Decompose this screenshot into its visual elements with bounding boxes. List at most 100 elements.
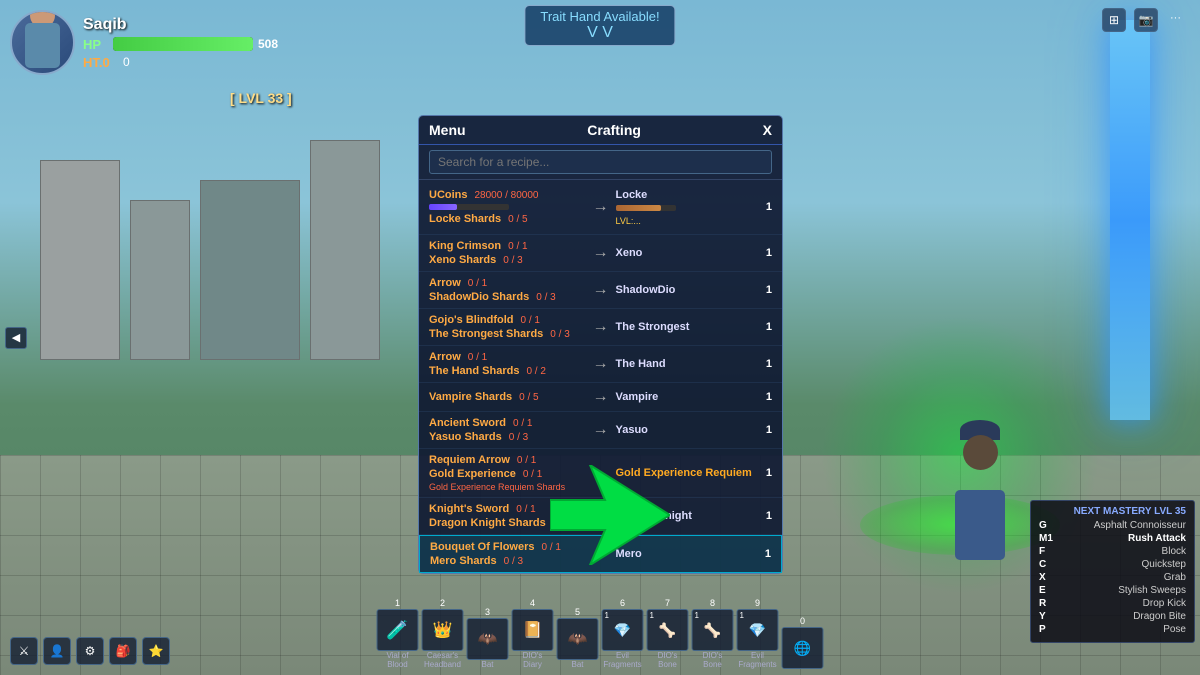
slot-box-0[interactable]: 🌐 bbox=[782, 627, 824, 669]
slot-box-1[interactable]: 🧪 bbox=[377, 609, 419, 651]
action-btn-5[interactable]: ⭐ bbox=[142, 637, 170, 665]
gojos-amount: 0 / 1 bbox=[521, 315, 540, 326]
ingredient-requiem-arrow: Requiem Arrow bbox=[429, 454, 510, 466]
close-button[interactable]: X bbox=[763, 122, 772, 138]
slot-num-7: 7 bbox=[665, 598, 670, 608]
hp-bar bbox=[113, 37, 253, 51]
building-1 bbox=[40, 160, 120, 360]
panel-header: Menu Crafting X bbox=[419, 116, 782, 145]
slot-box-9[interactable]: 1 💎 bbox=[737, 609, 779, 651]
slot-icon-1: 🧪 bbox=[386, 620, 408, 641]
recipe-row-xeno[interactable]: King Crimson 0 / 1 Xeno Shards 0 / 3 → X… bbox=[419, 235, 782, 272]
mero-shards-amount: 0 / 3 bbox=[504, 556, 523, 567]
slot-label-2: Caesar's Headband bbox=[423, 652, 463, 670]
inv-slot-0[interactable]: 0 🌐 bbox=[782, 616, 824, 670]
strongest-shards-amount: 0 / 3 bbox=[550, 329, 569, 340]
action-btn-2[interactable]: 👤 bbox=[43, 637, 71, 665]
inv-slot-2[interactable]: 2 👑 Caesar's Headband bbox=[422, 598, 464, 670]
left-nav: ◀ bbox=[5, 327, 27, 349]
action-y: Dragon Bite bbox=[1067, 611, 1186, 622]
hp-container: HP 508 bbox=[83, 37, 278, 52]
slot-box-8[interactable]: 1 🦴 bbox=[692, 609, 734, 651]
recipe-row-thehand[interactable]: Arrow 0 / 1 The Hand Shards 0 / 2 → The … bbox=[419, 346, 782, 383]
inv-slot-3[interactable]: 3 🦇 Bat bbox=[467, 607, 509, 670]
slot-box-5[interactable]: 🦇 bbox=[557, 618, 599, 660]
inv-slot-4[interactable]: 4 📔 DIO's Diary bbox=[512, 598, 554, 670]
thehand-shards-amount: 0 / 2 bbox=[526, 366, 545, 377]
crafting-title: Crafting bbox=[471, 122, 758, 138]
slot-label-4: DIO's Diary bbox=[513, 652, 553, 670]
keybind-e: E Stylish Sweeps bbox=[1039, 585, 1186, 596]
ingredient-arrow-1: Arrow bbox=[429, 277, 461, 289]
inv-slot-8[interactable]: 8 1 🦴 DIO's Bone bbox=[692, 598, 734, 670]
slot-box-3[interactable]: 🦇 bbox=[467, 618, 509, 660]
slot-box-6[interactable]: 1 💎 bbox=[602, 609, 644, 651]
result-vampire: Vampire 1 bbox=[616, 391, 773, 403]
action-r: Drop Kick bbox=[1067, 598, 1186, 609]
player-stats: Saqib HP 508 HT.0 0 bbox=[83, 16, 278, 70]
keybind-m1: M1 Rush Attack bbox=[1039, 533, 1186, 544]
slot-icon-2: 👑 bbox=[433, 620, 453, 640]
player-hud: Saqib HP 508 HT.0 0 bbox=[10, 10, 278, 75]
inv-slot-1[interactable]: 1 🧪 Vial of Blood bbox=[377, 598, 419, 670]
slot-box-4[interactable]: 📔 bbox=[512, 609, 554, 651]
slot-label-8: DIO's Bone bbox=[693, 652, 733, 670]
action-btn-3[interactable]: ⚙ bbox=[76, 637, 104, 665]
ingredient-ger-shards: Gold Experience Requiem Shards bbox=[429, 482, 565, 492]
recipe-ingredients-strongest: Gojo's Blindfold 0 / 1 The Strongest Sha… bbox=[429, 314, 586, 340]
nav-left[interactable]: ◀ bbox=[5, 327, 27, 349]
screenshot-icon[interactable]: 📷 bbox=[1134, 8, 1158, 32]
arrow2-amount: 0 / 1 bbox=[468, 352, 487, 363]
slot-box-7[interactable]: 1 🦴 bbox=[647, 609, 689, 651]
result-locke-qty: 1 bbox=[766, 201, 772, 213]
ht-label: HT.0 bbox=[83, 55, 118, 70]
arrow-yasuo: → bbox=[586, 421, 616, 439]
result-shadowdio-name: ShadowDio bbox=[616, 284, 676, 296]
slot-label-5: Bat bbox=[571, 661, 583, 670]
result-dk-qty: 1 bbox=[766, 510, 772, 522]
player-body bbox=[955, 490, 1005, 560]
arrow-shadowdio: → bbox=[586, 281, 616, 299]
slot-num-9: 9 bbox=[755, 598, 760, 608]
recipe-row-shadowdio[interactable]: Arrow 0 / 1 ShadowDio Shards 0 / 3 → Sha… bbox=[419, 272, 782, 309]
key-c: C bbox=[1039, 559, 1059, 570]
key-g: G bbox=[1039, 520, 1059, 531]
inv-slot-7[interactable]: 7 1 🦴 DIO's Bone bbox=[647, 598, 689, 670]
result-locke: Locke LVL:... 1 bbox=[616, 185, 773, 229]
action-btn-4[interactable]: 🎒 bbox=[109, 637, 137, 665]
recipe-row-locke[interactable]: UCoins 28000 / 80000 Locke Shards 0 / 5 … bbox=[419, 180, 782, 235]
ingredient-xeno-shards: Xeno Shards bbox=[429, 254, 496, 266]
top-right-icons: ⊞ 📷 ··· bbox=[1102, 8, 1185, 32]
slot-label-3: Bat bbox=[481, 661, 493, 670]
blue-pillar-effect bbox=[1110, 20, 1150, 420]
hp-fill bbox=[113, 37, 253, 51]
recipe-row-strongest[interactable]: Gojo's Blindfold 0 / 1 The Strongest Sha… bbox=[419, 309, 782, 346]
king-crimson-amount: 0 / 1 bbox=[508, 241, 527, 252]
search-input[interactable] bbox=[429, 150, 772, 174]
slot-label-9: Evil Fragments bbox=[738, 652, 778, 670]
result-locke-name: Locke bbox=[616, 189, 648, 201]
ingredient-locke-shards: Locke Shards bbox=[429, 213, 501, 225]
arrow-locke: → bbox=[586, 198, 616, 216]
inv-slot-5[interactable]: 5 🦇 Bat bbox=[557, 607, 599, 670]
recipe-ingredients-xeno: King Crimson 0 / 1 Xeno Shards 0 / 3 bbox=[429, 240, 586, 266]
inv-slot-6[interactable]: 6 1 💎 Evil Fragments bbox=[602, 598, 644, 670]
arrow1-amount: 0 / 1 bbox=[468, 278, 487, 289]
slot-box-2[interactable]: 👑 bbox=[422, 609, 464, 651]
player-name: Saqib bbox=[83, 16, 278, 34]
corner-dots: ··· bbox=[1166, 8, 1185, 32]
slot-label-7: DIO's Bone bbox=[648, 652, 688, 670]
slot-icon-6: 💎 bbox=[614, 622, 631, 639]
inv-slot-9[interactable]: 9 1 💎 Evil Fragments bbox=[737, 598, 779, 670]
key-m1: M1 bbox=[1039, 533, 1059, 544]
ingredient-thehand-shards: The Hand Shards bbox=[429, 365, 519, 377]
slot-count-8: 1 bbox=[695, 611, 699, 620]
roblox-icon[interactable]: ⊞ bbox=[1102, 8, 1126, 32]
menu-label: Menu bbox=[429, 122, 466, 138]
ingredient-yasuo-shards: Yasuo Shards bbox=[429, 431, 502, 443]
action-btn-1[interactable]: ⚔ bbox=[10, 637, 38, 665]
recipe-row-vampire[interactable]: Vampire Shards 0 / 5 → Vampire 1 bbox=[419, 383, 782, 412]
recipe-row-yasuo[interactable]: Ancient Sword 0 / 1 Yasuo Shards 0 / 3 →… bbox=[419, 412, 782, 449]
slot-num-3: 3 bbox=[485, 607, 490, 617]
building-4 bbox=[310, 140, 380, 360]
